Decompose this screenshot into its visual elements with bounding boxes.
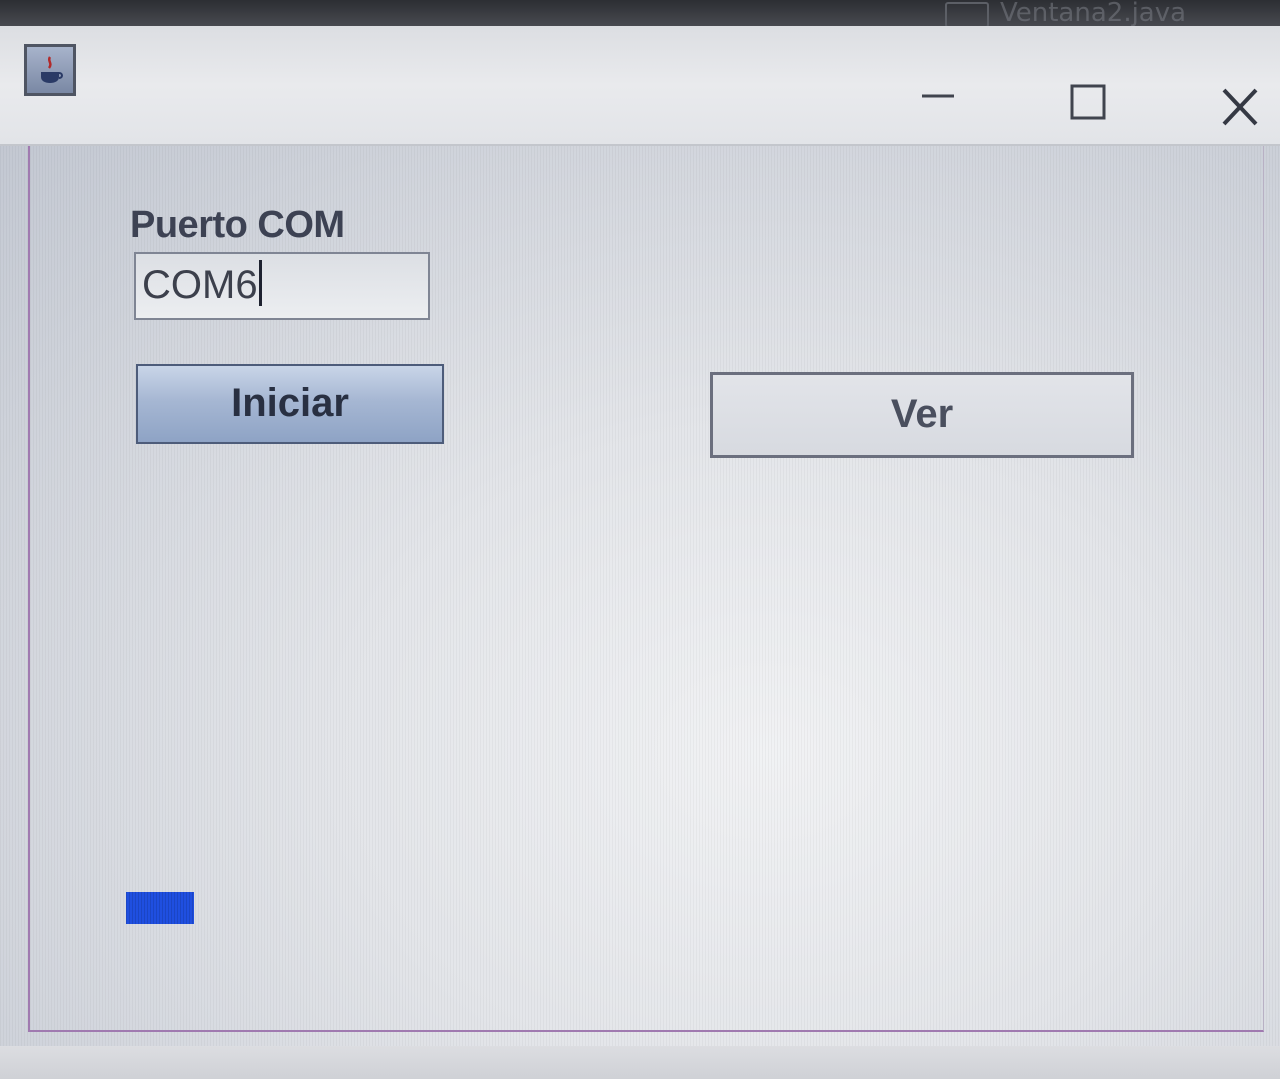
minimize-button[interactable] xyxy=(904,84,974,130)
port-label: Puerto COM xyxy=(130,204,345,246)
java-cup-icon xyxy=(41,56,63,83)
maximize-button[interactable] xyxy=(1052,84,1122,130)
background-editor-tabs: Ventana2.java xyxy=(0,0,1280,28)
java-app-icon[interactable] xyxy=(24,44,76,96)
close-icon xyxy=(1222,88,1258,126)
background-tab-a xyxy=(560,0,850,26)
close-button[interactable] xyxy=(1204,84,1274,130)
maximize-icon xyxy=(1070,84,1106,120)
start-button[interactable]: Iniciar xyxy=(136,364,444,444)
window-titlebar[interactable] xyxy=(0,26,1280,146)
app-window: Puerto COM COM6 Iniciar Ver xyxy=(0,26,1280,1079)
screen: Ventana2.java Puerto COM COM6 Iniciar Ve… xyxy=(0,0,1280,1079)
file-icon xyxy=(945,2,989,28)
window-content: Puerto COM COM6 Iniciar Ver xyxy=(0,146,1280,1079)
view-button[interactable]: Ver xyxy=(710,372,1134,458)
desktop-bottom-strip xyxy=(0,1046,1280,1079)
text-caret xyxy=(258,260,262,306)
background-tab-b: Ventana2.java xyxy=(1000,0,1187,28)
status-indicator xyxy=(126,892,194,924)
port-input-value: COM6 xyxy=(142,263,258,307)
port-input[interactable]: COM6 xyxy=(134,252,430,320)
minimize-icon xyxy=(922,94,954,98)
